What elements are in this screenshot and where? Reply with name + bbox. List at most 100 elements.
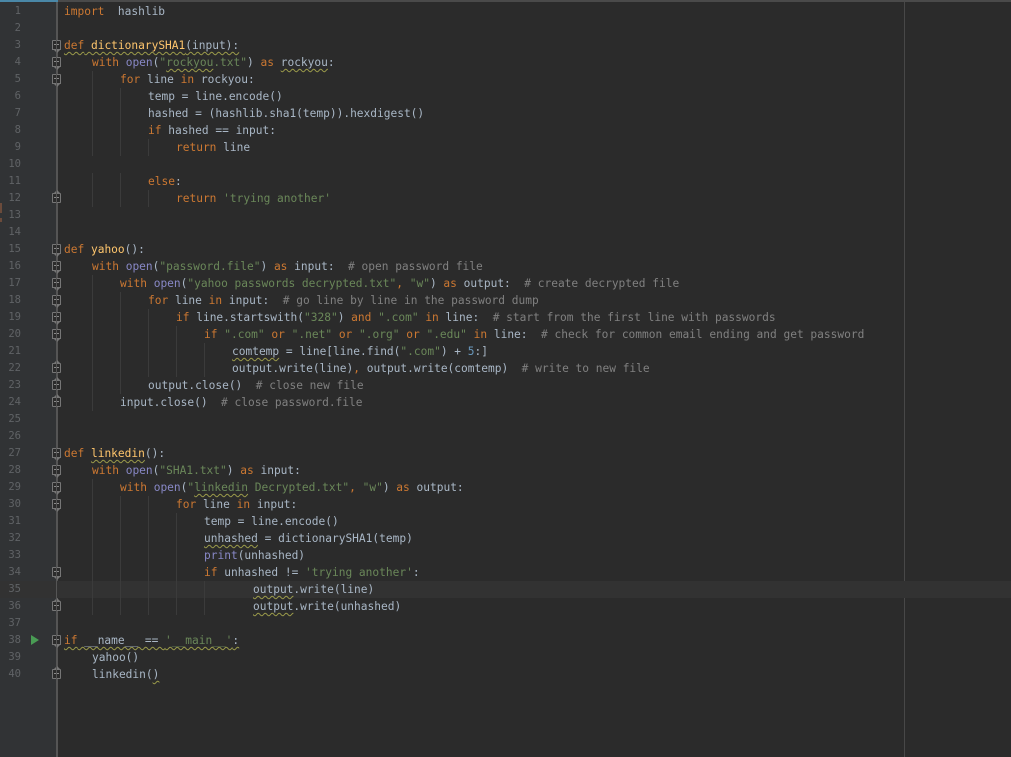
line-number: 9 — [14, 141, 21, 153]
code-token: ) + — [440, 345, 468, 358]
code-token: with — [92, 464, 119, 477]
code-line[interactable]: 6 temp = line.encode() — [0, 88, 1011, 105]
code-line[interactable]: 28 with open("SHA1.txt") as input: — [0, 462, 1011, 479]
code-token: and — [351, 311, 372, 324]
line-number: 6 — [14, 90, 21, 102]
indent-guide — [176, 530, 177, 547]
code-line[interactable]: 19 if line.startswith("328") and ".com" i… — [0, 309, 1011, 326]
code-line[interactable]: 9 return line — [0, 139, 1011, 156]
code-line[interactable]: 26 — [0, 428, 1011, 445]
code-token: ) — [152, 668, 160, 681]
code-line[interactable]: 14 — [0, 224, 1011, 241]
indent-guide — [148, 598, 149, 615]
code-line[interactable]: 35 output.write(line) — [0, 581, 1011, 598]
code-token: input: — [250, 498, 298, 511]
code-token: = dictionarySHA1(temp) — [257, 532, 413, 545]
indent-guide — [148, 581, 149, 598]
code-line[interactable]: 33 print(unhashed) — [0, 547, 1011, 564]
code-line[interactable]: 21 comtemp = line[line.find(".com") + 5:] — [0, 343, 1011, 360]
code-line[interactable]: 3 def dictionarySHA1(input): — [0, 37, 1011, 54]
code-line[interactable]: 39 yahoo() — [0, 649, 1011, 666]
code-line[interactable]: 15 def yahoo(): — [0, 241, 1011, 258]
indent-guide — [120, 513, 121, 530]
code-line[interactable]: 24 input.close() # close password.file — [0, 394, 1011, 411]
code-text: else: — [148, 173, 182, 190]
indent-guide — [148, 139, 149, 156]
code-token: ".net" — [291, 328, 333, 341]
indent-guide — [176, 326, 177, 343]
code-token: temp = line.encode() — [204, 515, 339, 528]
code-token: 'trying another' — [223, 192, 331, 205]
code-token: , — [349, 481, 356, 494]
code-line[interactable]: 7 hashed = (hashlib.sha1(temp)).hexdigest… — [0, 105, 1011, 122]
line-number: 24 — [8, 396, 21, 408]
code-token: unhashed — [204, 532, 258, 545]
code-text: print(unhashed) — [204, 547, 305, 564]
indent-guide — [92, 598, 93, 615]
code-line[interactable]: 34 if unhashed != 'trying another': — [0, 564, 1011, 581]
code-line[interactable]: 36 output.write(unhashed) — [0, 598, 1011, 615]
code-line[interactable]: 37 — [0, 615, 1011, 632]
code-line[interactable]: 13 — [0, 207, 1011, 224]
run-triangle-icon[interactable] — [31, 635, 39, 645]
line-number: 5 — [14, 73, 21, 85]
code-token: # start from the first line with passwor… — [492, 311, 776, 324]
code-text: temp = line.encode() — [148, 88, 283, 105]
line-number: 7 — [14, 107, 21, 119]
line-number: 1 — [14, 5, 21, 17]
code-line[interactable]: 1 import hashlib — [0, 3, 1011, 20]
indent-guide — [92, 530, 93, 547]
indent-guide — [204, 343, 205, 360]
code-text: def linkedin(): — [64, 445, 165, 462]
code-line[interactable]: 27 def linkedin(): — [0, 445, 1011, 462]
code-text: def yahoo(): — [64, 241, 145, 258]
code-text: linkedin() — [92, 666, 159, 683]
code-line[interactable]: 5 for line in rockyou: — [0, 71, 1011, 88]
code-text: output.write(unhashed) — [253, 598, 401, 615]
code-token: rockyou — [280, 56, 328, 69]
code-line[interactable]: 17 with open("yahoo passwords decrypted.t… — [0, 275, 1011, 292]
code-line[interactable]: 38 if __name__ == '__main__': — [0, 632, 1011, 649]
indent-guide — [120, 326, 121, 343]
code-line[interactable]: 31 temp = line.encode() — [0, 513, 1011, 530]
code-text: if __name__ == '__main__': — [64, 632, 239, 649]
code-text: unhashed = dictionarySHA1(temp) — [204, 530, 413, 547]
code-line[interactable]: 25 — [0, 411, 1011, 428]
code-line[interactable]: 8 if hashed == input: — [0, 122, 1011, 139]
indent-guide — [120, 564, 121, 581]
indent-guide — [120, 139, 121, 156]
code-token: # check for common email ending and get … — [541, 328, 865, 341]
code-line[interactable]: 22 output.write(line), output.write(comte… — [0, 360, 1011, 377]
code-line[interactable]: 12 return 'trying another' — [0, 190, 1011, 207]
line-number: 11 — [8, 175, 21, 187]
indent-guide — [176, 581, 177, 598]
indent-guide — [92, 139, 93, 156]
code-line[interactable]: 40 linkedin() — [0, 666, 1011, 683]
code-token: line.startswith( — [189, 311, 304, 324]
code-line[interactable]: 30 for line in input: — [0, 496, 1011, 513]
code-token: ".com" — [400, 345, 441, 358]
indent-guide — [120, 547, 121, 564]
code-line[interactable]: 11 else: — [0, 173, 1011, 190]
code-token: def — [64, 39, 85, 52]
code-line[interactable]: 18 for line in input: # go line by line i… — [0, 292, 1011, 309]
code-line[interactable]: 16 with open("password.file") as input: #… — [0, 258, 1011, 275]
line-number: 31 — [8, 515, 21, 527]
line-number: 19 — [8, 311, 21, 323]
code-token: if — [148, 124, 162, 137]
code-line[interactable]: 29 with open("linkedin Decrypted.txt", "w… — [0, 479, 1011, 496]
code-line[interactable]: 32 unhashed = dictionarySHA1(temp) — [0, 530, 1011, 547]
code-line[interactable]: 23 output.close() # close new file — [0, 377, 1011, 394]
code-text: def dictionarySHA1(input): — [64, 37, 239, 54]
line-number: 34 — [8, 566, 21, 578]
code-line[interactable]: 4 with open("rockyou.txt") as rockyou: — [0, 54, 1011, 71]
code-line[interactable]: 2 — [0, 20, 1011, 37]
code-line[interactable]: 10 — [0, 156, 1011, 173]
code-line[interactable]: 20 if ".com" or ".net" or ".org" or ".edu… — [0, 326, 1011, 343]
indent-guide — [92, 122, 93, 139]
code-text: return 'trying another' — [176, 190, 331, 207]
code-token: as — [273, 260, 288, 273]
line-number: 26 — [8, 430, 21, 442]
